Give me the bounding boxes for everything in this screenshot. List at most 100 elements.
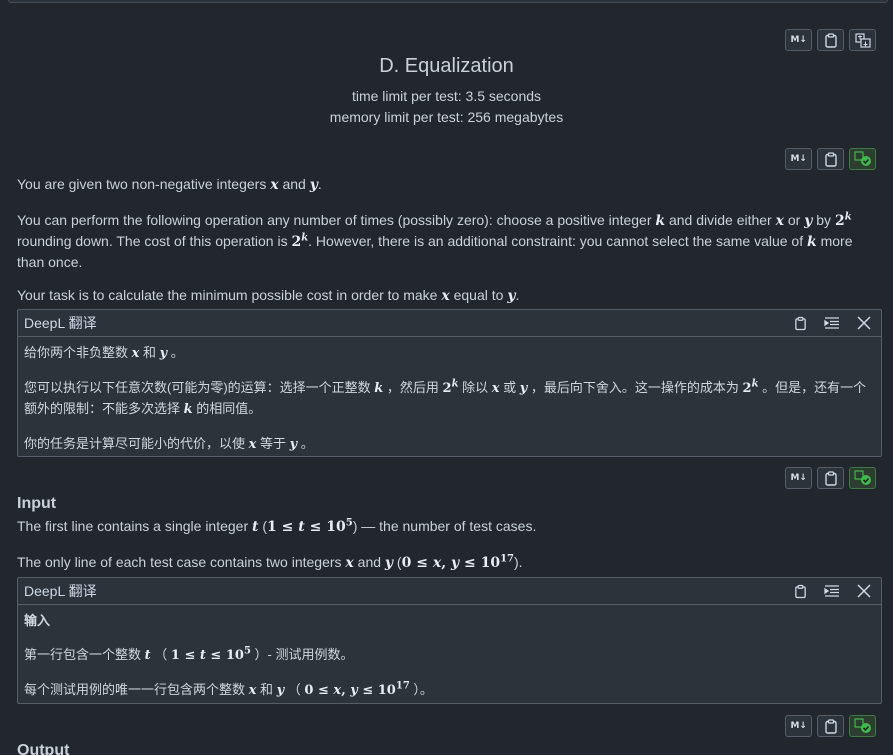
copy-translation-button[interactable] bbox=[791, 582, 809, 600]
text: 的相同值。 bbox=[192, 401, 262, 416]
translate-button[interactable] bbox=[849, 29, 876, 51]
clipboard-icon bbox=[824, 151, 837, 167]
close-icon bbox=[857, 316, 871, 330]
markdown-button[interactable]: M↓ bbox=[785, 467, 812, 489]
markdown-button[interactable]: M↓ bbox=[785, 715, 812, 737]
math-var: x bbox=[491, 381, 500, 396]
panel-actions bbox=[791, 314, 873, 332]
top-input-bar bbox=[8, 0, 888, 3]
text-align-icon bbox=[824, 317, 839, 329]
clipboard-icon bbox=[824, 32, 837, 48]
copy-button[interactable] bbox=[817, 467, 844, 489]
math-op: ≤ bbox=[304, 519, 327, 535]
text: and bbox=[278, 176, 310, 192]
math-op: ≤ bbox=[357, 683, 378, 698]
clipboard-icon bbox=[824, 470, 837, 486]
text: or bbox=[783, 212, 805, 228]
text: （ bbox=[284, 682, 305, 697]
input-toolbar: M↓ bbox=[785, 467, 876, 489]
text: ( bbox=[393, 554, 402, 570]
text: 第一行包含一个整数 bbox=[24, 647, 145, 662]
copy-button[interactable] bbox=[817, 29, 844, 51]
translation-line-1: 给你两个非负整数 x 和 y 。 bbox=[24, 343, 875, 364]
text: . bbox=[515, 287, 520, 303]
text: and bbox=[353, 554, 385, 570]
translation-title: 输入 bbox=[24, 613, 51, 628]
close-translation-button[interactable] bbox=[855, 314, 873, 332]
math-num: 2 bbox=[291, 234, 302, 250]
text: 您可以执行以下任意次数(可能为零)的运算：选择一个正整数 bbox=[24, 380, 375, 395]
panel-actions bbox=[791, 582, 873, 600]
translated-button[interactable] bbox=[849, 715, 876, 737]
text: （ bbox=[150, 647, 171, 662]
translate-done-icon bbox=[853, 151, 871, 166]
markdown-button[interactable]: M↓ bbox=[785, 29, 812, 51]
copy-button[interactable] bbox=[817, 148, 844, 170]
clipboard-icon bbox=[794, 584, 806, 598]
input-paragraph-2: The only line of each test case contains… bbox=[17, 552, 867, 573]
output-section-title: Output bbox=[17, 742, 70, 755]
math-op: ≤ bbox=[179, 648, 200, 663]
math-var: k bbox=[374, 381, 384, 396]
collapse-button[interactable] bbox=[823, 314, 841, 332]
math-var: x bbox=[775, 213, 784, 229]
math-var: y bbox=[309, 177, 318, 193]
copy-translation-button[interactable] bbox=[791, 314, 809, 332]
math-num: 10 bbox=[225, 648, 244, 663]
math-var: y bbox=[384, 555, 394, 571]
translation-line-2: 您可以执行以下任意次数(可能为零)的运算：选择一个正整数 k ，然后用 2k 除… bbox=[24, 378, 875, 420]
math-op: ≤ bbox=[205, 648, 226, 663]
markdown-icon: M↓ bbox=[790, 35, 807, 45]
math-var: x bbox=[441, 288, 450, 304]
translation-line-2: 每个测试用例的唯一一行包含两个整数 x 和 y （ 0 ≤ x, y ≤ 101… bbox=[24, 680, 875, 701]
math-num: 2 bbox=[834, 213, 845, 229]
markdown-button[interactable]: M↓ bbox=[785, 148, 812, 170]
deepl-translation-panel-input: DeepL 翻译 输入 第一行包含一个整数 t （ 1 ≤ t ≤ 105 ）-… bbox=[17, 577, 882, 704]
text: 除以 bbox=[458, 380, 492, 395]
output-toolbar: M↓ bbox=[785, 715, 876, 737]
math-op: , bbox=[441, 555, 451, 571]
markdown-icon: M↓ bbox=[790, 473, 807, 483]
text: rounding down. The cost of this operatio… bbox=[17, 233, 292, 249]
math-op: ≤ bbox=[411, 555, 433, 571]
math-exp: k bbox=[451, 378, 459, 390]
math-var: x bbox=[432, 555, 442, 571]
text: 或 bbox=[499, 380, 520, 395]
translate-icon bbox=[854, 32, 871, 48]
close-icon bbox=[857, 584, 871, 598]
problem-header: D. Equalization time limit per test: 3.5… bbox=[0, 55, 893, 128]
math-op: , bbox=[341, 683, 351, 698]
math-num: 10 bbox=[326, 519, 346, 535]
close-translation-button[interactable] bbox=[855, 582, 873, 600]
text: You are given two non-negative integers bbox=[17, 176, 271, 192]
statement-paragraph-3: Your task is to calculate the minimum po… bbox=[17, 285, 867, 306]
text: The only line of each test case contains… bbox=[17, 554, 346, 570]
math-var: y bbox=[350, 683, 358, 698]
translated-button[interactable] bbox=[849, 148, 876, 170]
text: You can perform the following operation … bbox=[17, 212, 656, 228]
panel-content: 给你两个非负整数 x 和 y 。 您可以执行以下任意次数(可能为零)的运算：选择… bbox=[18, 337, 881, 461]
math-var: y bbox=[450, 555, 460, 571]
math-exp: k bbox=[844, 211, 852, 223]
math-num: 1 bbox=[170, 648, 180, 663]
copy-button[interactable] bbox=[817, 715, 844, 737]
math-var: x bbox=[345, 555, 354, 571]
translated-button[interactable] bbox=[849, 467, 876, 489]
math-var: k bbox=[183, 402, 193, 417]
text: ). bbox=[513, 554, 523, 570]
translate-done-icon bbox=[853, 470, 871, 485]
math-exp: 5 bbox=[243, 645, 251, 657]
text: 和 bbox=[139, 345, 160, 360]
markdown-icon: M↓ bbox=[790, 154, 807, 164]
math-op: ≤ bbox=[313, 683, 334, 698]
statement-toolbar: M↓ bbox=[785, 148, 876, 170]
text: ，最后向下舍入。这一操作的成本为 bbox=[527, 380, 743, 395]
text: . bbox=[317, 176, 322, 192]
panel-title: DeepL 翻译 bbox=[24, 315, 97, 331]
input-section-title: Input bbox=[17, 495, 57, 512]
clipboard-icon bbox=[824, 718, 837, 734]
statement-paragraph-1: You are given two non-negative integers … bbox=[17, 174, 867, 195]
deepl-translation-panel: DeepL 翻译 给你两个非负整数 x 和 y 。 您可以执行以下任意次数(可能… bbox=[17, 309, 882, 457]
text: and divide either bbox=[665, 212, 776, 228]
collapse-button[interactable] bbox=[823, 582, 841, 600]
